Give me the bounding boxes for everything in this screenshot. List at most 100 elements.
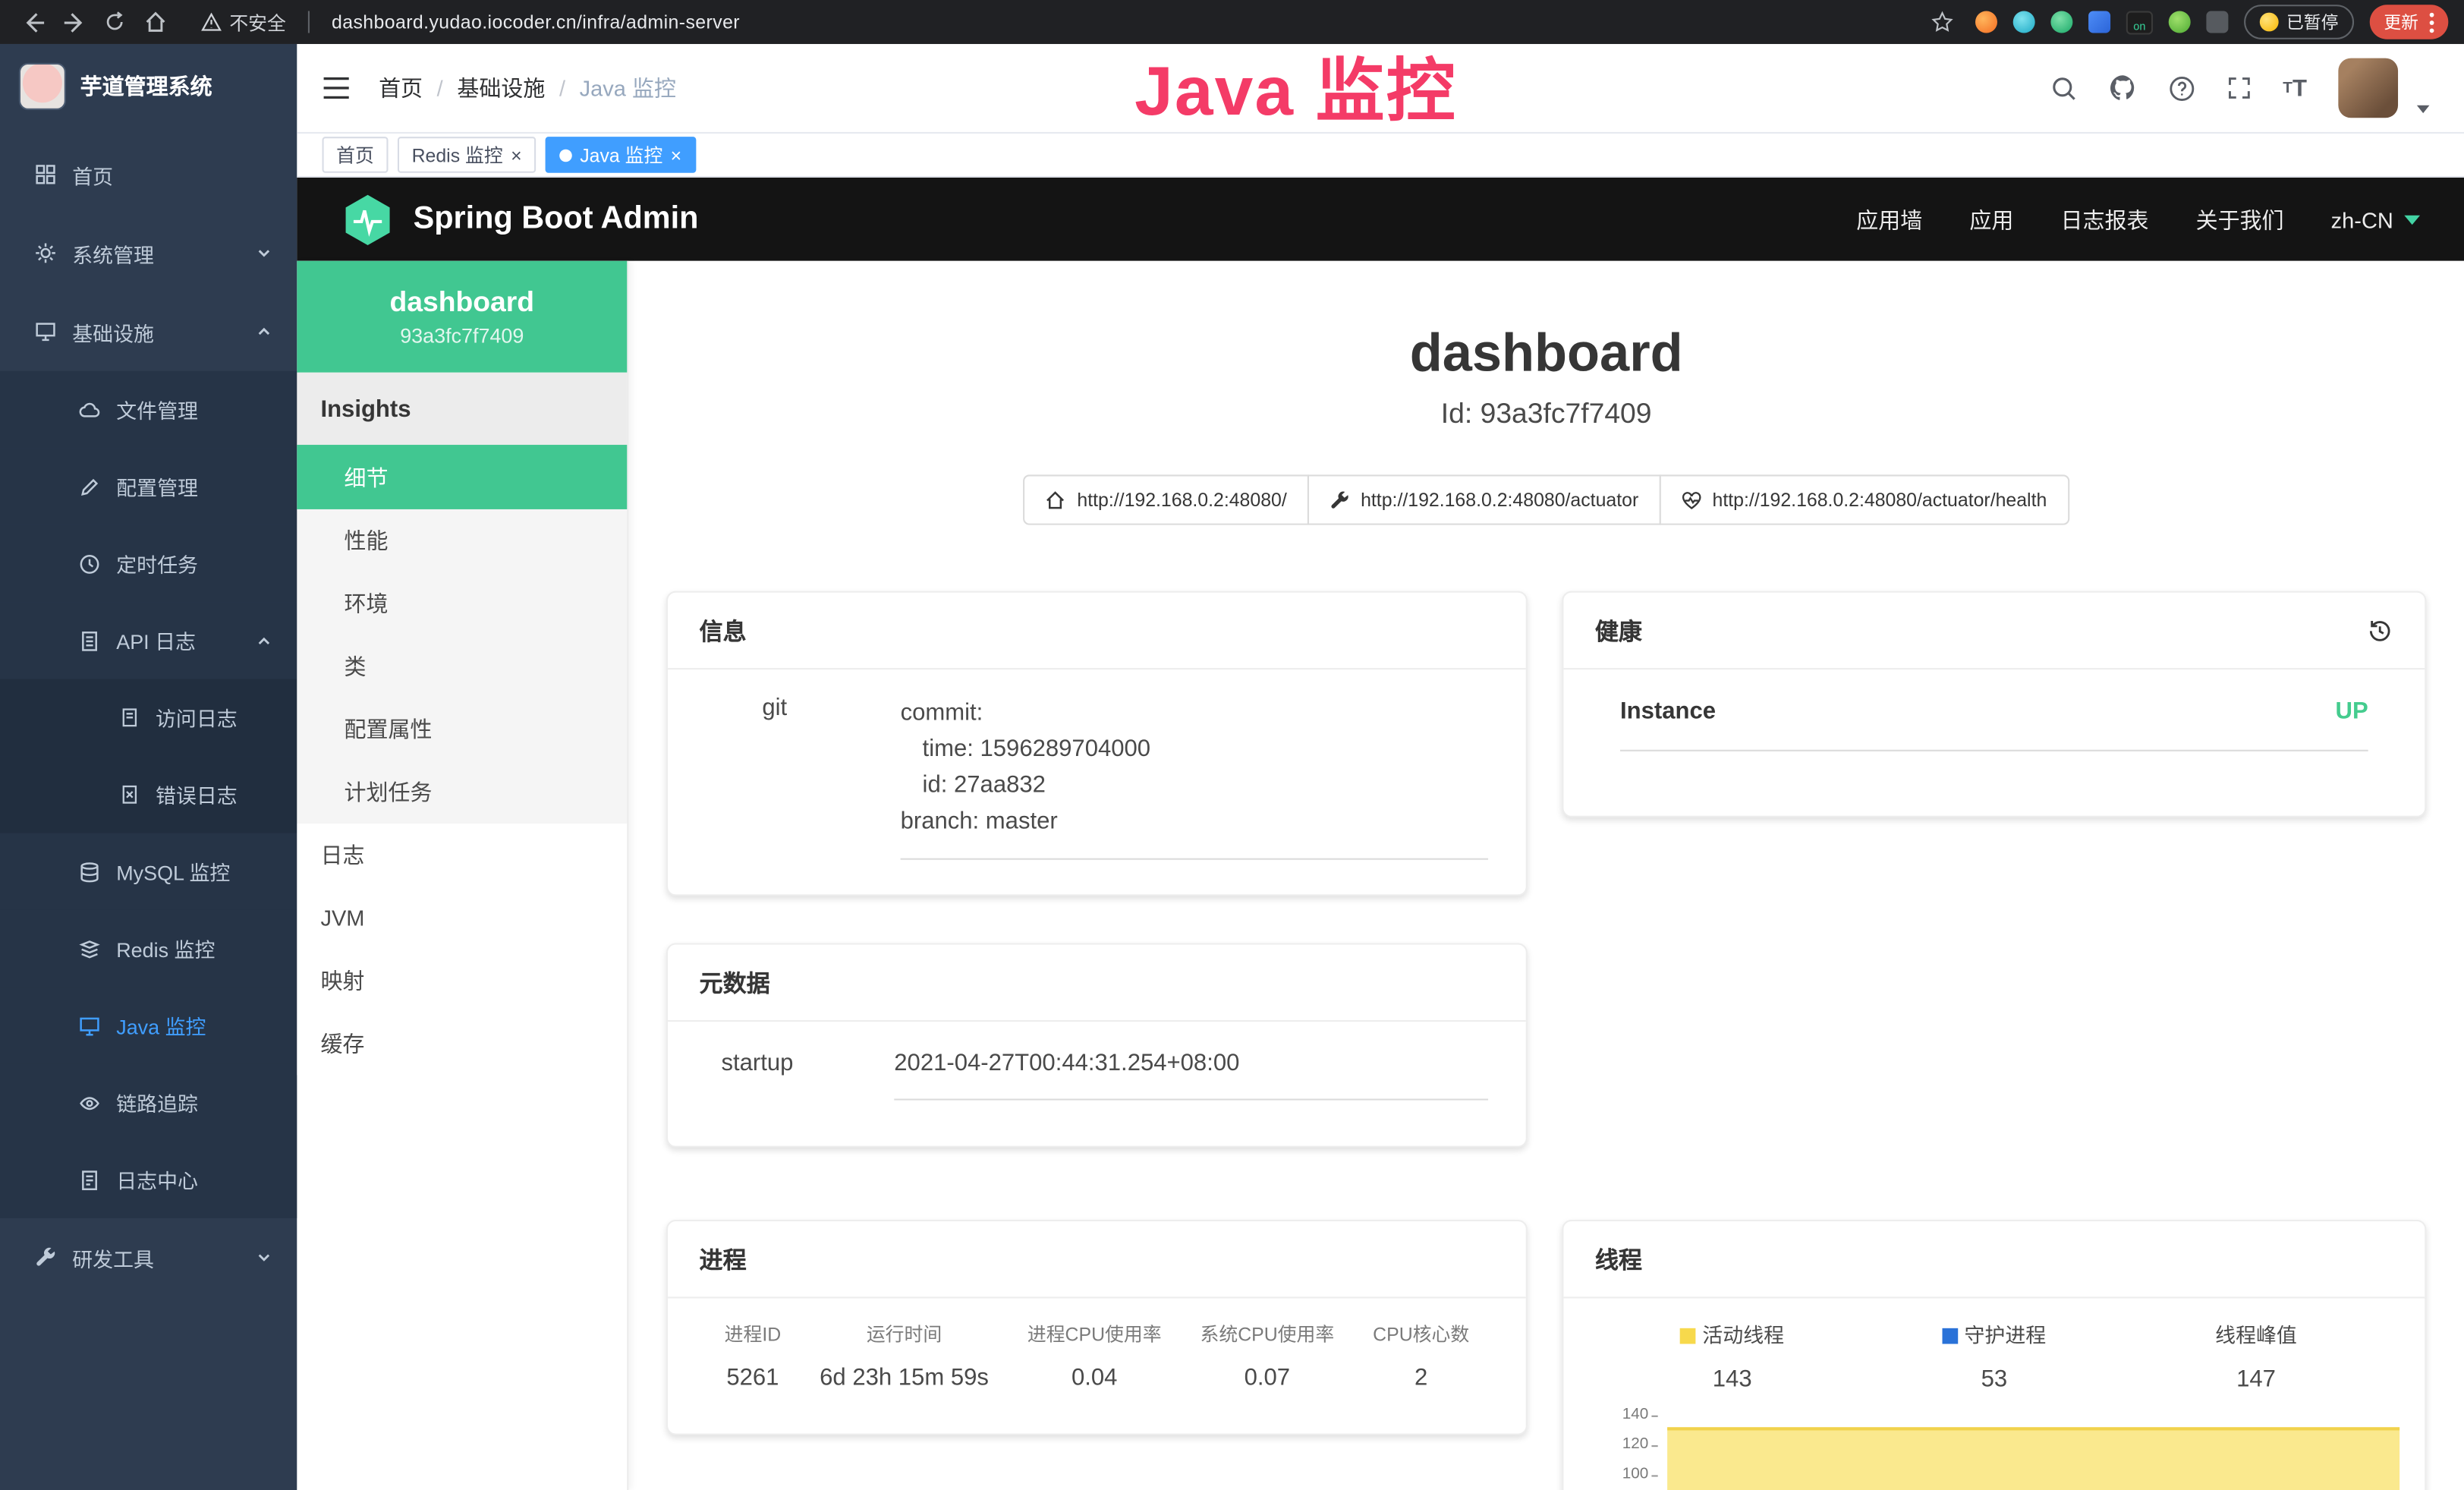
sidebar-item-error-log[interactable]: 错误日志: [0, 756, 297, 833]
menu-item-caches[interactable]: 缓存: [297, 1013, 627, 1076]
process-card-title: 进程: [668, 1221, 1526, 1298]
instance-header[interactable]: dashboard 93a3fc7f7409: [297, 261, 627, 373]
menu-item-metrics[interactable]: 性能: [297, 509, 627, 572]
home-icon: [1046, 490, 1066, 510]
metadata-card: 元数据 startup 2021-04-27T00:44:31.254+08:0…: [666, 943, 1528, 1147]
chevron-down-icon: [2404, 215, 2420, 224]
close-icon[interactable]: ×: [511, 146, 522, 165]
fullscreen-icon[interactable]: [2226, 75, 2252, 100]
search-icon[interactable]: [2050, 74, 2077, 101]
menu-item-jvm[interactable]: JVM: [297, 887, 627, 950]
sidebar-item-infra[interactable]: 基础设施: [0, 292, 297, 371]
font-size-icon[interactable]: TT: [2283, 74, 2307, 101]
menu-item-classes[interactable]: 类: [297, 635, 627, 698]
menu-item-environment[interactable]: 环境: [297, 572, 627, 635]
menu-item-logs[interactable]: 日志: [297, 824, 627, 887]
mysql-icon: [79, 861, 101, 883]
config-icon: [79, 475, 101, 497]
health-card: 健康 Instance UP: [1562, 591, 2426, 817]
tab-home[interactable]: 首页: [323, 137, 389, 173]
extension-drop-icon[interactable]: [2013, 11, 2035, 33]
bookmark-star-icon[interactable]: [1925, 5, 1960, 39]
forward-icon[interactable]: [57, 5, 92, 39]
security-label: 不安全: [229, 8, 286, 35]
breadcrumb: 首页 / 基础设施 / Java 监控: [379, 72, 676, 103]
health-card-title: 健康: [1595, 614, 1642, 647]
sidebar-item-redis[interactable]: Redis 监控: [0, 910, 297, 987]
nav-journal[interactable]: 日志报表: [2060, 203, 2148, 235]
sidebar-item-java-monitor[interactable]: Java 监控: [0, 987, 297, 1063]
sidebar-item-config[interactable]: 配置管理: [0, 448, 297, 524]
app-logo-row[interactable]: 芋道管理系统: [0, 44, 297, 129]
nav-about[interactable]: 关于我们: [2196, 203, 2284, 235]
nav-applications[interactable]: 应用: [1969, 203, 2013, 235]
github-icon[interactable]: [2108, 74, 2136, 102]
sidebar-item-access-log[interactable]: 访问日志: [0, 679, 297, 756]
threads-chart: 140 120 100: [1607, 1415, 2403, 1490]
instance-name: dashboard: [390, 286, 535, 319]
stat-cpu-cores: CPU核心数 2: [1373, 1320, 1469, 1391]
screen: 不安全 dashboard.yudao.iocoder.cn/infra/adm…: [0, 0, 2464, 1490]
paused-badge[interactable]: 已暂停: [2244, 5, 2354, 39]
menu-item-scheduled-tasks[interactable]: 计划任务: [297, 761, 627, 824]
sba-logo-icon: [341, 193, 394, 246]
sidebar-item-mysql[interactable]: MySQL 监控: [0, 833, 297, 910]
health-url-link[interactable]: http://192.168.0.2:48080/actuator/health: [1659, 474, 2069, 524]
threads-legend: 活动线程 143 守护进程 53 线程峰值 147: [1563, 1298, 2425, 1392]
blue-swatch-icon: [1943, 1328, 1959, 1344]
sidebar-item-trace[interactable]: 链路追踪: [0, 1064, 297, 1141]
instance-links: http://192.168.0.2:48080/ http://192.168…: [628, 474, 2464, 524]
sidebar-item-dev-tools[interactable]: 研发工具: [0, 1218, 297, 1297]
reload-icon[interactable]: [97, 5, 132, 39]
file-icon: [79, 398, 101, 421]
hamburger-icon[interactable]: [316, 71, 357, 106]
infra-icon: [35, 320, 57, 342]
tab-java-monitor[interactable]: Java 监控 ×: [546, 137, 696, 173]
nav-wallboard[interactable]: 应用墙: [1856, 203, 1922, 235]
job-icon: [79, 553, 101, 575]
threads-card-title: 线程: [1563, 1221, 2425, 1298]
extension-grid-icon[interactable]: [2088, 11, 2110, 33]
extension-leaf-icon[interactable]: [2169, 11, 2191, 33]
sidebar-item-log-center[interactable]: 日志中心: [0, 1141, 297, 1218]
service-url-link[interactable]: http://192.168.0.2:48080/: [1024, 474, 1309, 524]
locale-select[interactable]: zh-CN: [2331, 206, 2420, 232]
home-icon[interactable]: [138, 5, 173, 39]
user-avatar[interactable]: [2338, 58, 2398, 118]
history-icon[interactable]: [2367, 617, 2393, 644]
help-icon[interactable]: [2168, 74, 2195, 101]
menu-item-configprops[interactable]: 配置属性: [297, 698, 627, 761]
chevron-up-icon: [256, 324, 272, 340]
menu-item-details[interactable]: 细节: [297, 445, 627, 509]
yellow-swatch-icon: [1680, 1328, 1696, 1344]
security-chip[interactable]: 不安全: [201, 8, 286, 35]
breadcrumb-home[interactable]: 首页: [379, 72, 423, 103]
sidebar-item-jobs[interactable]: 定时任务: [0, 525, 297, 602]
threads-card: 线程 活动线程 143 守护进程 53 线程峰值: [1562, 1220, 2426, 1490]
legend-live-threads: 活动线程 143: [1601, 1318, 1863, 1392]
extension-puzzle-icon[interactable]: [2206, 11, 2228, 33]
close-icon[interactable]: ×: [671, 146, 682, 165]
health-instance-label: Instance: [1620, 698, 1716, 724]
sidebar-item-api-log[interactable]: API 日志: [0, 602, 297, 679]
address-bar[interactable]: dashboard.yudao.iocoder.cn/infra/admin-s…: [332, 11, 740, 33]
tool-icon: [35, 1246, 57, 1268]
extension-on-badge[interactable]: on: [2126, 10, 2153, 33]
legend-peak-threads: 线程峰值 147: [2125, 1318, 2387, 1392]
extension-green-icon[interactable]: [2050, 11, 2072, 33]
tab-redis-monitor[interactable]: Redis 监控 ×: [398, 137, 536, 173]
menu-group-insights: Insights: [297, 373, 627, 445]
actuator-url-link[interactable]: http://192.168.0.2:48080/actuator: [1308, 474, 1661, 524]
sidebar-item-system[interactable]: 系统管理: [0, 214, 297, 293]
extension-fox-icon[interactable]: [1975, 11, 1997, 33]
sidebar-item-files[interactable]: 文件管理: [0, 371, 297, 448]
sba-nav: 应用墙 应用 日志报表 关于我们 zh-CN: [1856, 203, 2420, 235]
instance-sidebar: dashboard 93a3fc7f7409 Insights 细节 性能 环境…: [297, 261, 628, 1490]
update-button[interactable]: 更新: [2370, 5, 2449, 39]
topbar: 首页 / 基础设施 / Java 监控 TT: [297, 44, 2464, 134]
back-icon[interactable]: [16, 5, 51, 39]
chevron-up-icon: [256, 632, 272, 648]
breadcrumb-infra[interactable]: 基础设施: [457, 72, 545, 103]
sidebar-item-home[interactable]: 首页: [0, 135, 297, 214]
menu-item-mappings[interactable]: 映射: [297, 950, 627, 1013]
